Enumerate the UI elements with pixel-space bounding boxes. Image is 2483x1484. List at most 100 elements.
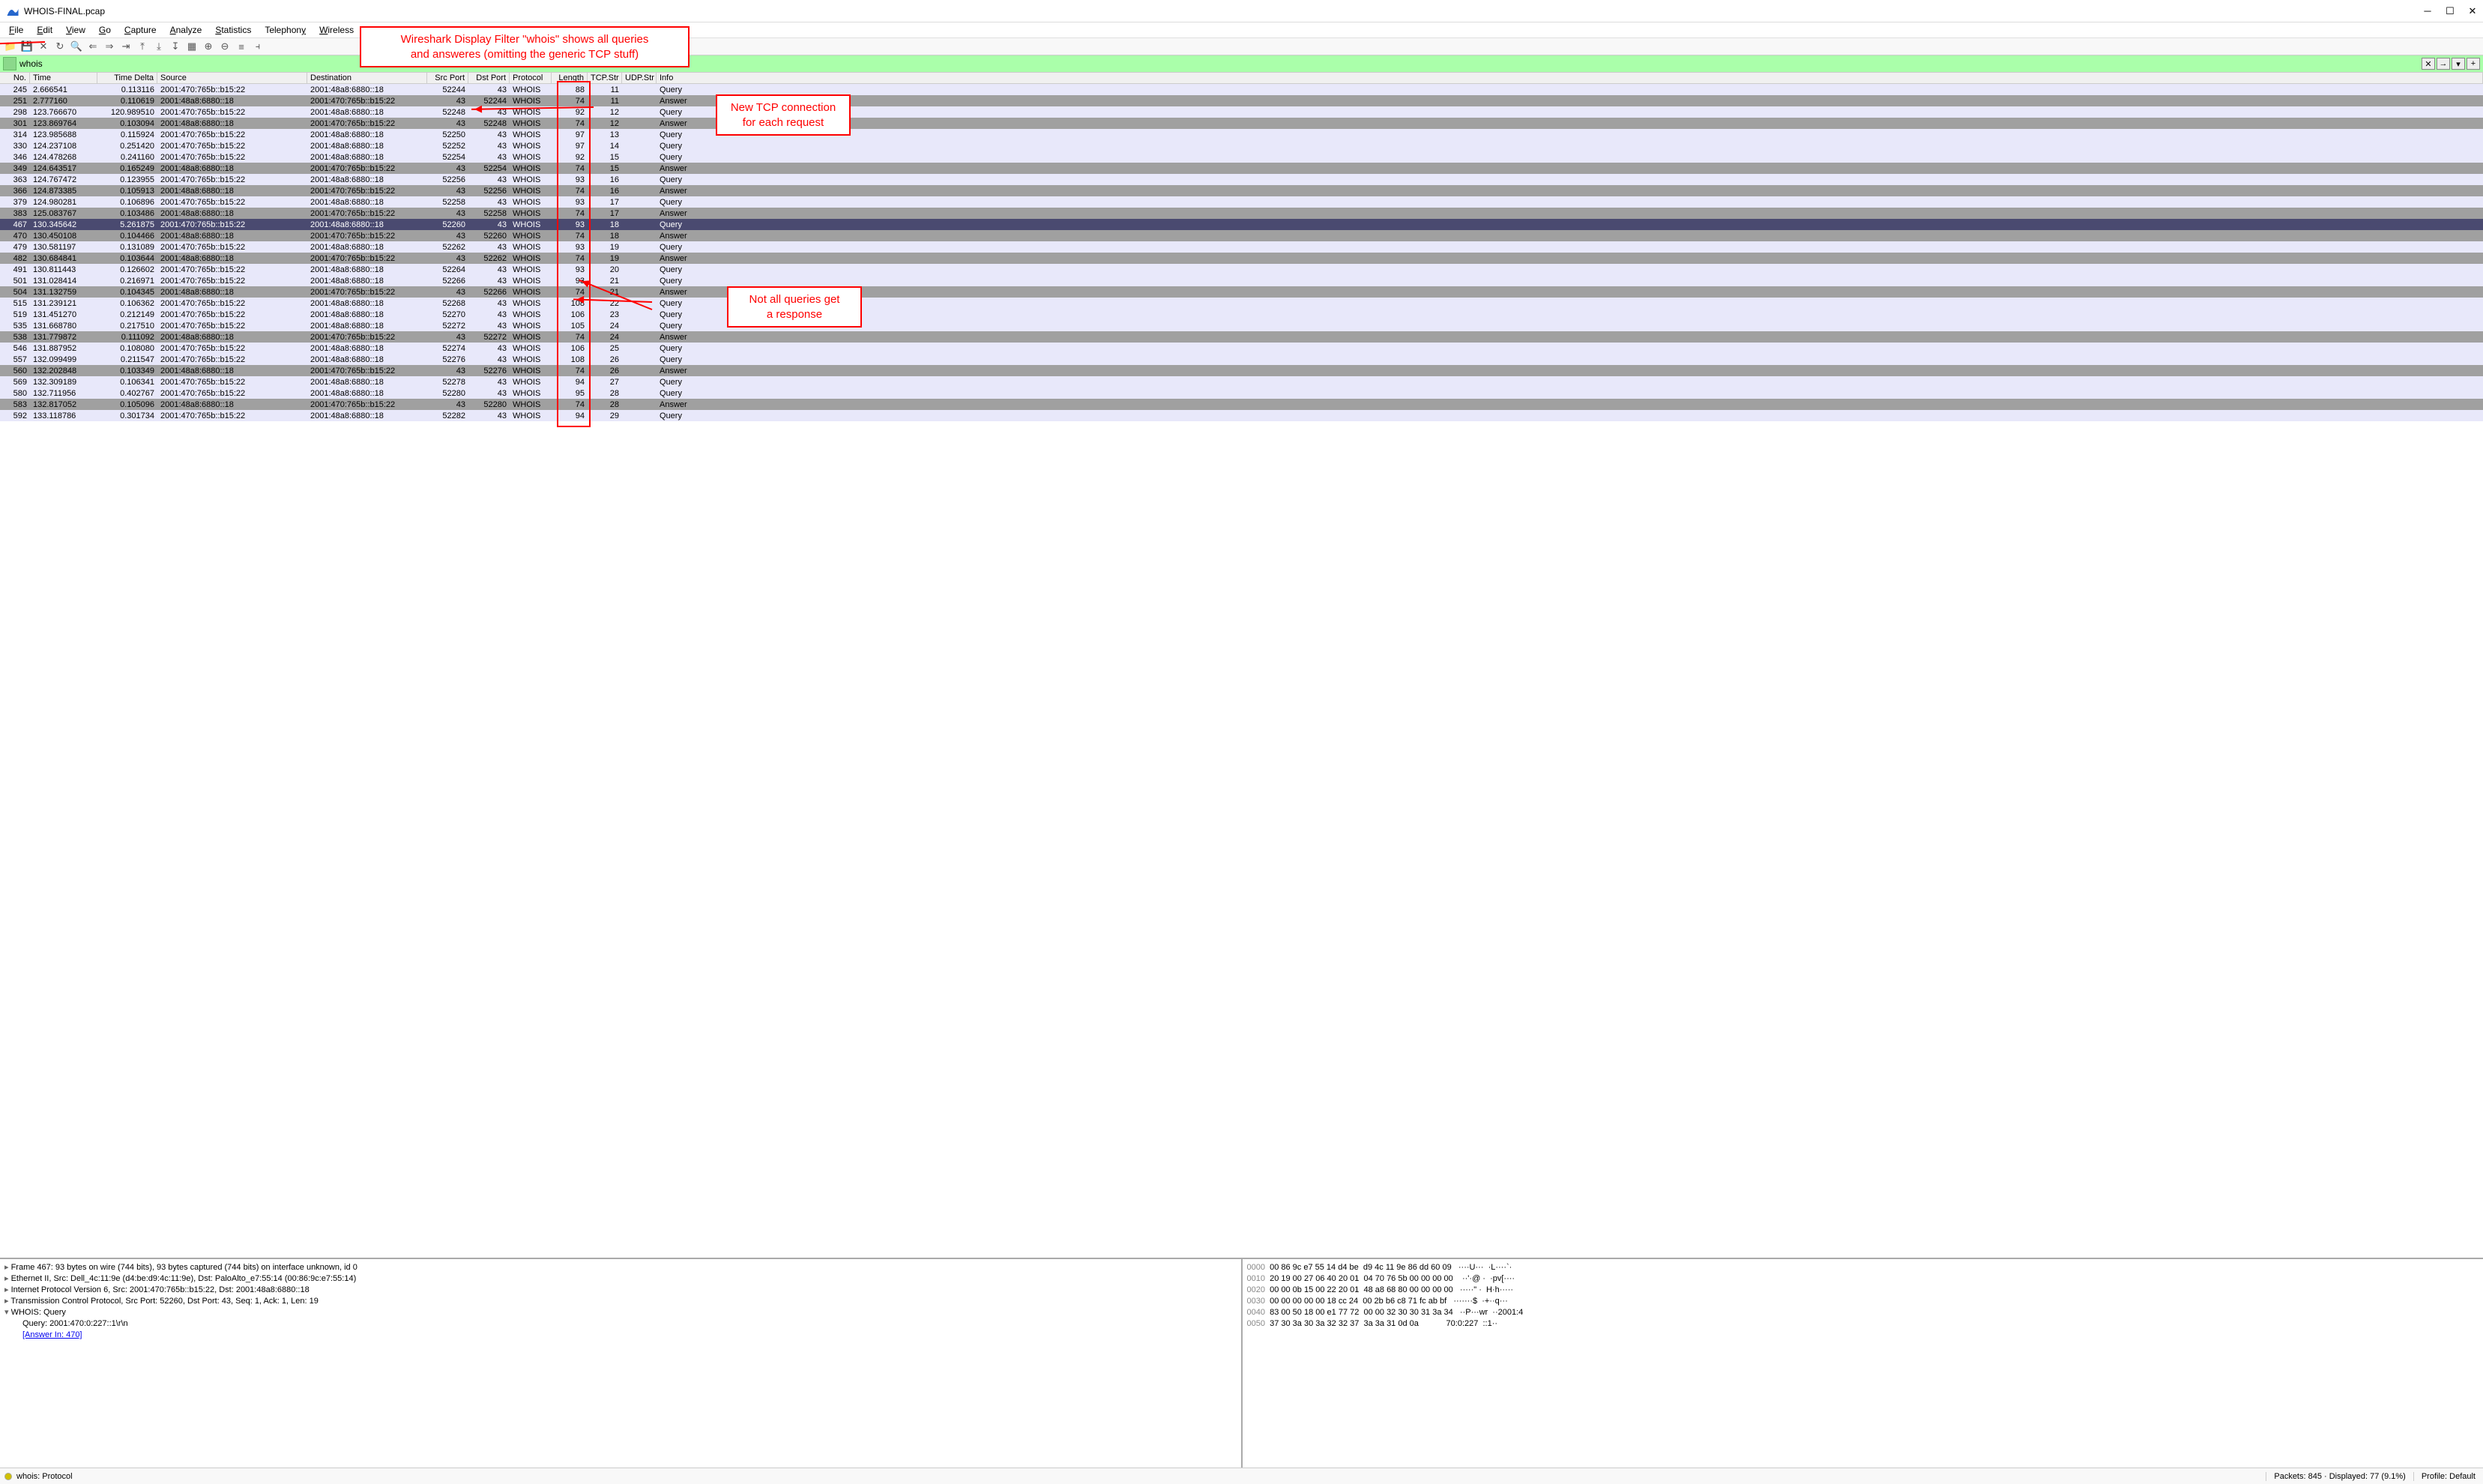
menu-statistics[interactable]: Statistics: [209, 23, 257, 37]
packet-row[interactable]: 379124.9802810.1068962001:470:765b::b15:…: [0, 196, 2483, 208]
tree-whois[interactable]: WHOIS: Query: [4, 1307, 1237, 1318]
packet-row[interactable]: 592133.1187860.3017342001:470:765b::b15:…: [0, 410, 2483, 421]
menu-view[interactable]: View: [60, 23, 91, 37]
hex-line[interactable]: 0040 83 00 50 18 00 e1 77 72 00 00 32 30…: [1247, 1307, 2479, 1318]
col-dst-port[interactable]: Dst Port: [468, 73, 510, 83]
packet-row[interactable]: 546131.8879520.1080802001:470:765b::b15:…: [0, 343, 2483, 354]
col-udp-str[interactable]: UDP.Str: [622, 73, 657, 83]
col-info[interactable]: Info: [657, 73, 2483, 83]
packet-row[interactable]: 314123.9856880.1159242001:470:765b::b15:…: [0, 129, 2483, 140]
packet-row[interactable]: 383125.0837670.1034862001:48a8:6880::182…: [0, 208, 2483, 219]
autoscroll-icon[interactable]: ↧: [168, 39, 183, 54]
forward-icon[interactable]: ⇒: [102, 39, 117, 54]
packet-list-panel: No. Time Time Delta Source Destination S…: [0, 72, 2483, 1258]
hex-line[interactable]: 0010 20 19 00 27 06 40 20 01 04 70 76 5b…: [1247, 1273, 2479, 1285]
open-icon[interactable]: 📁: [3, 39, 18, 54]
zoom-reset-icon[interactable]: ≡: [234, 39, 249, 54]
packet-row[interactable]: 366124.8733850.1059132001:48a8:6880::182…: [0, 185, 2483, 196]
expert-info-icon[interactable]: [4, 1473, 12, 1480]
hex-line[interactable]: 0050 37 30 3a 30 3a 32 32 37 3a 3a 31 0d…: [1247, 1318, 2479, 1330]
hex-line[interactable]: 0030 00 00 00 00 00 18 cc 24 00 2b b6 c8…: [1247, 1296, 2479, 1307]
reload-icon[interactable]: ↻: [52, 39, 67, 54]
packet-row[interactable]: 467130.3456425.2618752001:470:765b::b15:…: [0, 219, 2483, 230]
find-icon[interactable]: 🔍: [69, 39, 84, 54]
wireshark-icon: [6, 4, 19, 18]
packet-row[interactable]: 557132.0994990.2115472001:470:765b::b15:…: [0, 354, 2483, 365]
status-packets: Packets: 845 · Displayed: 77 (9.1%): [2266, 1472, 2413, 1481]
col-tcp-str[interactable]: TCP.Str: [588, 73, 622, 83]
hex-line[interactable]: 0020 00 00 0b 15 00 22 20 01 48 a8 68 80…: [1247, 1285, 2479, 1296]
packet-row[interactable]: 583132.8170520.1050962001:48a8:6880::182…: [0, 399, 2483, 410]
tree-ethernet[interactable]: Ethernet II, Src: Dell_4c:11:9e (d4:be:d…: [4, 1273, 1237, 1285]
clear-filter-button[interactable]: ✕: [2422, 58, 2435, 70]
titlebar: WHOIS-FINAL.pcap ─ ☐ ✕: [0, 0, 2483, 22]
tree-ipv6[interactable]: Internet Protocol Version 6, Src: 2001:4…: [4, 1285, 1237, 1296]
packet-row[interactable]: 580132.7119560.4027672001:470:765b::b15:…: [0, 387, 2483, 399]
col-time[interactable]: Time: [30, 73, 97, 83]
packet-row[interactable]: 538131.7798720.1110922001:48a8:6880::182…: [0, 331, 2483, 343]
col-protocol[interactable]: Protocol: [510, 73, 552, 83]
packet-row[interactable]: 519131.4512700.2121492001:470:765b::b15:…: [0, 309, 2483, 320]
menu-file[interactable]: File: [3, 23, 29, 37]
bookmark-filter-icon[interactable]: [3, 57, 16, 70]
menu-go[interactable]: Go: [93, 23, 117, 37]
col-source[interactable]: Source: [157, 73, 307, 83]
packet-row[interactable]: 2512.7771600.1106192001:48a8:6880::18200…: [0, 95, 2483, 106]
packet-row[interactable]: 535131.6687800.2175102001:470:765b::b15:…: [0, 320, 2483, 331]
menu-telephony[interactable]: Telephony: [259, 23, 312, 37]
col-src-port[interactable]: Src Port: [427, 73, 468, 83]
back-icon[interactable]: ⇐: [85, 39, 100, 54]
packet-details-tree[interactable]: Frame 467: 93 bytes on wire (744 bits), …: [0, 1259, 1243, 1468]
packet-row[interactable]: 346124.4782680.2411602001:470:765b::b15:…: [0, 151, 2483, 163]
last-icon[interactable]: ⤓: [151, 39, 166, 54]
first-icon[interactable]: ⤒: [135, 39, 150, 54]
packet-row[interactable]: 504131.1327590.1043452001:48a8:6880::182…: [0, 286, 2483, 298]
close-button[interactable]: ✕: [2468, 7, 2477, 16]
packet-row[interactable]: 501131.0284140.2169712001:470:765b::b15:…: [0, 275, 2483, 286]
packet-row[interactable]: 2452.6665410.1131162001:470:765b::b15:22…: [0, 84, 2483, 95]
packet-row[interactable]: 491130.8114430.1266022001:470:765b::b15:…: [0, 264, 2483, 275]
menu-analyze[interactable]: Analyze: [164, 23, 208, 37]
apply-filter-button[interactable]: →: [2437, 58, 2450, 70]
statusbar: whois: Protocol Packets: 845 · Displayed…: [0, 1468, 2483, 1484]
col-destination[interactable]: Destination: [307, 73, 427, 83]
packet-row[interactable]: 349124.6435170.1652492001:48a8:6880::182…: [0, 163, 2483, 174]
packet-row[interactable]: 482130.6848410.1036442001:48a8:6880::182…: [0, 253, 2483, 264]
menu-edit[interactable]: Edit: [31, 23, 58, 37]
status-left: whois: Protocol: [16, 1472, 73, 1481]
resize-cols-icon[interactable]: ⫞: [250, 39, 265, 54]
menu-capture[interactable]: Capture: [118, 23, 163, 37]
annotation-top: Wireshark Display Filter "whois" shows a…: [360, 26, 690, 67]
zoom-out-icon[interactable]: ⊖: [217, 39, 232, 54]
packet-row[interactable]: 330124.2371080.2514202001:470:765b::b15:…: [0, 140, 2483, 151]
maximize-button[interactable]: ☐: [2446, 7, 2455, 16]
add-filter-button[interactable]: +: [2467, 58, 2480, 70]
tree-query[interactable]: Query: 2001:470:0:227::1\r\n: [4, 1318, 1237, 1330]
packet-row[interactable]: 363124.7674720.1239552001:470:765b::b15:…: [0, 174, 2483, 185]
filter-dropdown-button[interactable]: ▾: [2452, 58, 2465, 70]
col-no[interactable]: No.: [0, 73, 30, 83]
packet-list[interactable]: No. Time Time Delta Source Destination S…: [0, 73, 2483, 1258]
col-time-delta[interactable]: Time Delta: [97, 73, 157, 83]
tree-frame[interactable]: Frame 467: 93 bytes on wire (744 bits), …: [4, 1262, 1237, 1273]
hex-line[interactable]: 0000 00 86 9c e7 55 14 d4 be d9 4c 11 9e…: [1247, 1262, 2479, 1273]
packet-row[interactable]: 569132.3091890.1063412001:470:765b::b15:…: [0, 376, 2483, 387]
zoom-in-icon[interactable]: ⊕: [201, 39, 216, 54]
tree-tcp[interactable]: Transmission Control Protocol, Src Port:…: [4, 1296, 1237, 1307]
column-headers: No. Time Time Delta Source Destination S…: [0, 73, 2483, 84]
status-profile[interactable]: Profile: Default: [2413, 1472, 2483, 1481]
packet-row[interactable]: 470130.4501080.1044662001:48a8:6880::182…: [0, 230, 2483, 241]
packet-bytes-hex[interactable]: 0000 00 86 9c e7 55 14 d4 be d9 4c 11 9e…: [1243, 1259, 2483, 1468]
col-length[interactable]: Length: [552, 73, 588, 83]
window-title: WHOIS-FINAL.pcap: [24, 6, 2423, 16]
tree-answer-link[interactable]: [Answer In: 470]: [4, 1330, 1237, 1341]
minimize-button[interactable]: ─: [2423, 7, 2432, 16]
menu-wireless[interactable]: Wireless: [313, 23, 360, 37]
packet-row[interactable]: 298123.766670120.9895102001:470:765b::b1…: [0, 106, 2483, 118]
packet-row[interactable]: 479130.5811970.1310892001:470:765b::b15:…: [0, 241, 2483, 253]
colorize-icon[interactable]: ▦: [184, 39, 199, 54]
jump-icon[interactable]: ⇥: [118, 39, 133, 54]
packet-row[interactable]: 301123.8697640.1030942001:48a8:6880::182…: [0, 118, 2483, 129]
packet-row[interactable]: 560132.2028480.1033492001:48a8:6880::182…: [0, 365, 2483, 376]
packet-row[interactable]: 515131.2391210.1063622001:470:765b::b15:…: [0, 298, 2483, 309]
